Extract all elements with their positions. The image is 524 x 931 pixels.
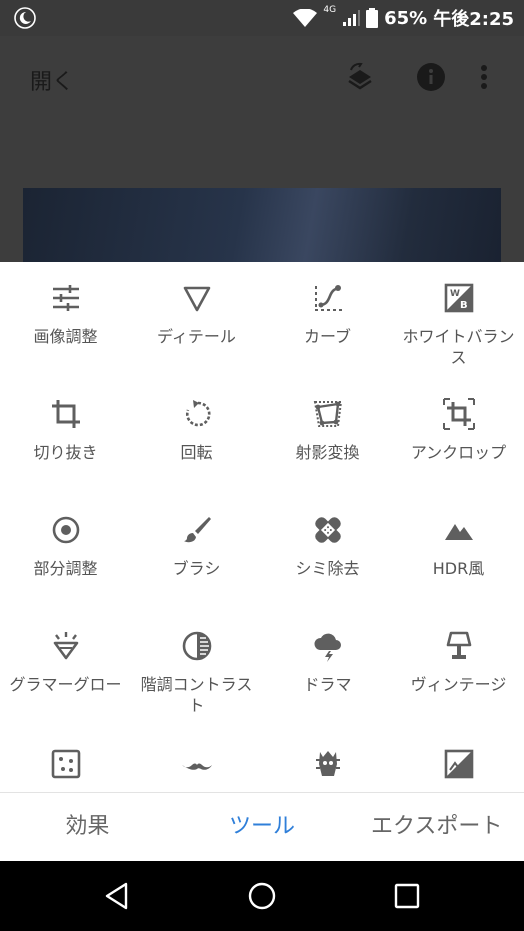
tool-details[interactable]: ディテール xyxy=(131,282,262,347)
recents-icon[interactable] xyxy=(392,881,422,911)
tool-label: 回転 xyxy=(180,443,213,462)
tool-drama[interactable]: ドラマ xyxy=(262,630,393,695)
tool-grainy-film[interactable] xyxy=(0,748,131,792)
tool-label: ディテール xyxy=(157,327,236,346)
photo-preview xyxy=(23,188,501,262)
wifi-icon xyxy=(293,9,318,27)
tool-brush[interactable]: ブラシ xyxy=(131,514,262,579)
hdr-icon xyxy=(444,524,473,540)
tool-healing[interactable]: シミ除去 xyxy=(262,514,393,579)
perspective-icon xyxy=(313,401,342,427)
moon-icon xyxy=(14,7,36,29)
layers-icon[interactable] xyxy=(345,62,375,92)
tool-label: 切り抜き xyxy=(33,443,98,462)
tool-expand[interactable]: アンクロップ xyxy=(393,398,524,463)
tool-tonal-contrast[interactable]: 階調コントラスト xyxy=(131,630,262,716)
tool-label: HDR風 xyxy=(432,559,485,578)
status-bar: 4G 65% 午後2:25 xyxy=(0,0,524,36)
tool-label: グラマーグロー xyxy=(9,675,122,694)
back-icon[interactable] xyxy=(102,881,132,911)
white-balance-icon: W B xyxy=(444,283,473,313)
tool-label: 部分調整 xyxy=(33,559,98,578)
tool-rotate[interactable]: 回転 xyxy=(131,398,262,463)
system-nav-bar xyxy=(0,861,524,931)
drama-icon xyxy=(313,633,341,662)
battery-percent: 65% xyxy=(384,7,428,29)
tool-label: アンクロップ xyxy=(410,443,507,462)
tool-grunge[interactable] xyxy=(262,748,393,792)
tool-selective[interactable]: 部分調整 xyxy=(0,514,131,579)
rotate-icon xyxy=(185,400,210,427)
tool-hdr[interactable]: HDR風 xyxy=(393,514,524,579)
tools-sheet: 画像調整 ディテール カーブ W B ホワイトバランス 切り抜き 回転 射影変換… xyxy=(0,262,524,792)
tab-export[interactable]: エクスポート xyxy=(349,793,524,862)
tool-label: シミ除去 xyxy=(295,559,360,578)
tool-vintage[interactable]: ヴィンテージ xyxy=(393,630,524,695)
tool-label: ドラマ xyxy=(303,675,352,694)
network-type: 4G xyxy=(323,5,337,15)
tab-tools[interactable]: ツール xyxy=(175,793,350,862)
tool-label: ブラシ xyxy=(172,559,221,578)
tool-label: ホワイトバランス xyxy=(402,327,515,367)
tool-label: 射影変換 xyxy=(295,443,360,462)
open-button[interactable]: 開く xyxy=(30,64,74,96)
tool-perspective[interactable]: 射影変換 xyxy=(262,398,393,463)
mustache-icon xyxy=(181,763,212,770)
bottom-tabs: 効果 ツール エクスポート xyxy=(0,792,524,862)
svg-text:B: B xyxy=(460,300,468,311)
glamour-glow-icon xyxy=(53,632,78,660)
battery-icon xyxy=(366,8,379,28)
svg-text:W: W xyxy=(450,289,460,299)
grunge-icon xyxy=(315,751,340,776)
tonal-contrast-icon xyxy=(182,631,211,661)
tool-retrolux[interactable] xyxy=(131,748,262,792)
tool-curves[interactable]: カーブ xyxy=(262,282,393,347)
tune-icon xyxy=(52,285,79,311)
tool-black-white[interactable] xyxy=(393,748,524,792)
selective-icon xyxy=(52,516,79,544)
tool-glamour-glow[interactable]: グラマーグロー xyxy=(0,630,131,695)
expand-icon xyxy=(442,398,475,430)
details-icon xyxy=(183,286,210,312)
app-bar: 開く xyxy=(0,36,524,262)
brush-icon xyxy=(183,517,211,543)
clock: 午後2:25 xyxy=(433,9,514,30)
tool-label: ヴィンテージ xyxy=(410,675,507,694)
tool-label: 階調コントラスト xyxy=(140,675,253,715)
tool-tune-image[interactable]: 画像調整 xyxy=(0,282,131,347)
info-icon[interactable] xyxy=(416,62,446,92)
curves-icon xyxy=(314,285,342,311)
tool-label: カーブ xyxy=(303,327,352,346)
vintage-icon xyxy=(446,631,471,659)
home-icon[interactable] xyxy=(247,881,277,911)
more-icon[interactable] xyxy=(478,62,490,92)
tool-crop[interactable]: 切り抜き xyxy=(0,398,131,463)
black-white-icon xyxy=(444,749,473,779)
healing-icon xyxy=(314,517,341,543)
tab-effects[interactable]: 効果 xyxy=(0,793,175,862)
tool-white-balance[interactable]: W B ホワイトバランス xyxy=(393,282,524,368)
crop-icon xyxy=(51,400,80,428)
grainy-film-icon xyxy=(51,749,80,779)
signal-icon xyxy=(343,10,361,26)
tool-label: 画像調整 xyxy=(33,327,98,346)
